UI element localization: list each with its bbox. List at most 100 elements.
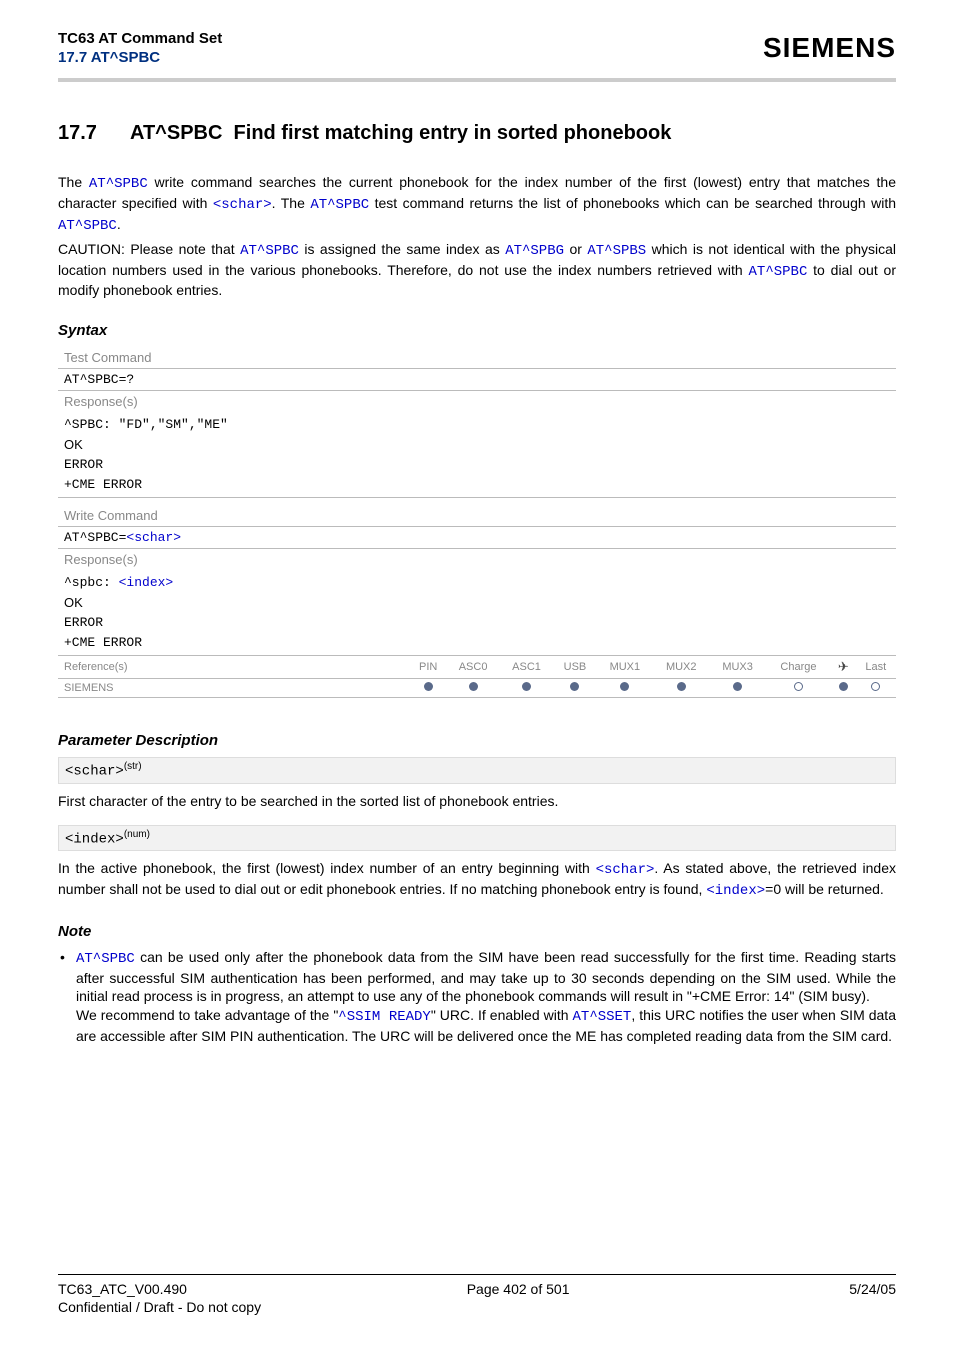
footer-divider bbox=[58, 1274, 896, 1275]
test-command-label: Test Command bbox=[58, 347, 896, 369]
doc-subtitle: 17.7 AT^SPBC bbox=[58, 49, 222, 66]
text: is assigned the same index as bbox=[299, 241, 505, 257]
link-atspbc[interactable]: AT^SPBC bbox=[240, 243, 299, 259]
dot-filled-icon bbox=[469, 682, 478, 691]
response-label: Response(s) bbox=[58, 549, 896, 571]
section-title-text: Find first matching entry in sorted phon… bbox=[234, 122, 672, 144]
dot-filled-icon bbox=[620, 682, 629, 691]
link-atsset[interactable]: AT^SSET bbox=[573, 1009, 632, 1025]
note-list: AT^SPBC can be used only after the phone… bbox=[58, 948, 896, 1046]
text: . bbox=[117, 216, 121, 232]
syntax-table: Test Command AT^SPBC=? Response(s) ^SPBC… bbox=[58, 347, 896, 656]
link-atspbc[interactable]: AT^SPBC bbox=[749, 264, 808, 280]
test-response: ^SPBC: "FD","SM","ME" OK ERROR +CME ERRO… bbox=[58, 412, 896, 498]
response-cme: +CME ERROR bbox=[64, 477, 142, 492]
param-schar-name: <schar> bbox=[65, 764, 124, 780]
dot-filled-icon bbox=[733, 682, 742, 691]
param-index-desc: In the active phonebook, the first (lowe… bbox=[58, 859, 896, 901]
link-atspbg[interactable]: AT^SPBG bbox=[505, 243, 564, 259]
dot-cell bbox=[855, 679, 896, 698]
reference-table: Reference(s) PIN ASC0 ASC1 USB MUX1 MUX2… bbox=[58, 656, 896, 698]
dot-cell bbox=[500, 679, 553, 698]
dot-open-icon bbox=[794, 682, 803, 691]
link-schar[interactable]: <schar> bbox=[126, 530, 181, 545]
dot-cell bbox=[766, 679, 831, 698]
link-atspbs[interactable]: AT^SPBS bbox=[587, 243, 646, 259]
dot-cell bbox=[446, 679, 499, 698]
reference-value: SIEMENS bbox=[58, 679, 410, 698]
param-schar-type: (str) bbox=[124, 761, 142, 772]
dot-cell bbox=[709, 679, 765, 698]
response-line: ^SPBC: "FD","SM","ME" bbox=[64, 417, 228, 432]
dot-filled-icon bbox=[522, 682, 531, 691]
link-schar[interactable]: <schar> bbox=[213, 197, 272, 213]
page-header: TC63 AT Command Set 17.7 AT^SPBC SIEMENS bbox=[58, 30, 896, 78]
link-atspbc[interactable]: AT^SPBC bbox=[310, 197, 369, 213]
response-label: Response(s) bbox=[58, 391, 896, 413]
param-schar-desc: First character of the entry to be searc… bbox=[58, 792, 896, 811]
text: =0 will be returned. bbox=[765, 881, 884, 897]
text: . The bbox=[272, 195, 311, 211]
page-footer: TC63_ATC_V00.490 Page 402 of 501 5/24/05… bbox=[58, 1274, 896, 1315]
link-index[interactable]: <index> bbox=[119, 575, 174, 590]
col-last: Last bbox=[855, 656, 896, 679]
col-charge: Charge bbox=[766, 656, 831, 679]
dot-cell bbox=[597, 679, 653, 698]
dot-filled-icon bbox=[839, 682, 848, 691]
col-asc1: ASC1 bbox=[500, 656, 553, 679]
dot-cell bbox=[831, 679, 855, 698]
text: test command returns the list of phonebo… bbox=[369, 195, 896, 211]
link-atspbc[interactable]: AT^SPBC bbox=[58, 218, 117, 234]
link-ssim-ready[interactable]: ^SSIM READY bbox=[338, 1009, 431, 1025]
section-number: 17.7 bbox=[58, 122, 104, 145]
param-index-name: <index> bbox=[65, 831, 124, 847]
note-heading: Note bbox=[58, 923, 896, 940]
text: AT^SPBC= bbox=[64, 530, 126, 545]
footer-date: 5/24/05 bbox=[849, 1281, 896, 1297]
test-command: AT^SPBC=? bbox=[58, 369, 896, 391]
note-item: AT^SPBC can be used only after the phone… bbox=[58, 948, 896, 1046]
reference-label: Reference(s) bbox=[58, 656, 410, 679]
write-command-label: Write Command bbox=[58, 498, 896, 527]
footer-page: Page 402 of 501 bbox=[467, 1281, 570, 1297]
response-cme: +CME ERROR bbox=[64, 635, 142, 650]
response-error: ERROR bbox=[64, 615, 103, 630]
response-line: ^spbc: bbox=[64, 575, 119, 590]
text: CAUTION: Please note that bbox=[58, 241, 240, 257]
param-index-type: (num) bbox=[124, 829, 150, 840]
link-atspbc[interactable]: AT^SPBC bbox=[89, 176, 148, 192]
col-arrow: ✈ bbox=[831, 656, 855, 679]
param-schar-box: <schar>(str) bbox=[58, 757, 896, 783]
link-index[interactable]: <index> bbox=[706, 883, 765, 899]
dot-open-icon bbox=[871, 682, 880, 691]
section-cmd: AT^SPBC bbox=[130, 122, 222, 144]
response-error: ERROR bbox=[64, 457, 103, 472]
section-heading: 17.7 AT^SPBC Find first matching entry i… bbox=[58, 122, 896, 145]
doc-title: TC63 AT Command Set bbox=[58, 30, 222, 47]
intro-paragraph: The AT^SPBC write command searches the c… bbox=[58, 173, 896, 300]
text: We recommend to take advantage of the " bbox=[76, 1007, 338, 1023]
write-command: AT^SPBC=<schar> bbox=[58, 527, 896, 549]
col-mux3: MUX3 bbox=[709, 656, 765, 679]
dot-cell bbox=[553, 679, 596, 698]
write-response: ^spbc: <index> OK ERROR +CME ERROR bbox=[58, 570, 896, 656]
link-atspbc[interactable]: AT^SPBC bbox=[76, 951, 135, 967]
dot-cell bbox=[653, 679, 709, 698]
parameter-heading: Parameter Description bbox=[58, 732, 896, 749]
dot-filled-icon bbox=[570, 682, 579, 691]
col-mux2: MUX2 bbox=[653, 656, 709, 679]
dot-cell bbox=[410, 679, 446, 698]
link-schar[interactable]: <schar> bbox=[596, 862, 655, 878]
text: In the active phonebook, the first (lowe… bbox=[58, 860, 596, 876]
text: " URC. If enabled with bbox=[431, 1007, 573, 1023]
dot-filled-icon bbox=[677, 682, 686, 691]
plane-icon: ✈ bbox=[838, 659, 849, 674]
col-usb: USB bbox=[553, 656, 596, 679]
syntax-heading: Syntax bbox=[58, 322, 896, 339]
footer-version: TC63_ATC_V00.490 bbox=[58, 1281, 187, 1297]
footer-confidential: Confidential / Draft - Do not copy bbox=[58, 1299, 896, 1315]
brand-logo: SIEMENS bbox=[763, 32, 896, 64]
header-divider bbox=[58, 78, 896, 82]
response-ok: OK bbox=[64, 595, 83, 610]
col-mux1: MUX1 bbox=[597, 656, 653, 679]
